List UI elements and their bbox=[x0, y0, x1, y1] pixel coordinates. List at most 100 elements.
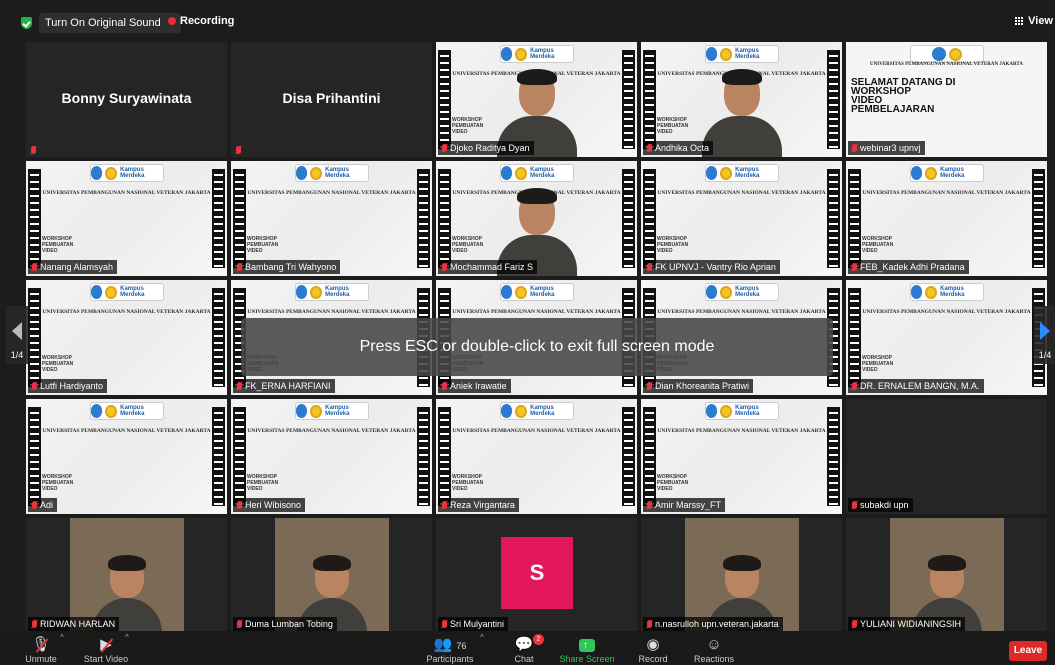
kampus-merdeka-logo: Kampus Merdeka bbox=[499, 164, 574, 182]
participant-name-label: Adi bbox=[28, 498, 58, 512]
participant-tile[interactable]: Kampus MerdekaUNIVERSITAS PEMBANGUNAN NA… bbox=[436, 399, 637, 514]
kampus-merdeka-logo: Kampus Merdeka bbox=[294, 402, 369, 420]
share-screen-label: Share Screen bbox=[559, 654, 615, 664]
slide-university-title: UNIVERSITAS PEMBANGUNAN NASIONAL VETERAN… bbox=[42, 309, 211, 315]
slide-university-title: UNIVERSITAS PEMBANGUNAN NASIONAL VETERAN… bbox=[657, 428, 826, 434]
recording-indicator[interactable]: Recording bbox=[168, 15, 234, 27]
participant-tile[interactable]: Kampus MerdekaUNIVERSITAS PEMBANGUNAN NA… bbox=[641, 399, 842, 514]
participant-name: Amir Marssy_FT bbox=[655, 500, 721, 510]
participant-tile[interactable]: Kampus MerdekaUNIVERSITAS PEMBANGUNAN NA… bbox=[26, 280, 227, 395]
record-button[interactable]: ◉ Record bbox=[636, 636, 670, 664]
participant-tile[interactable]: Kampus MerdekaUNIVERSITAS PEMBANGUNAN NA… bbox=[436, 161, 637, 276]
participant-name: Adi bbox=[40, 500, 54, 510]
share-screen-icon bbox=[579, 637, 595, 655]
participant-tile[interactable]: Kampus MerdekaUNIVERSITAS PEMBANGUNAN NA… bbox=[231, 161, 432, 276]
profile-photo bbox=[69, 518, 184, 633]
slide-workshop-text: WORKSHOPPEMBUATANVIDEO bbox=[862, 355, 894, 373]
shared-slide-background: Kampus MerdekaUNIVERSITAS PEMBANGUNAN NA… bbox=[231, 161, 432, 276]
participant-count: 76 bbox=[456, 641, 467, 651]
mic-muted-icon bbox=[237, 620, 242, 628]
mic-muted-icon bbox=[31, 146, 36, 154]
chat-button[interactable]: 💬 2 Chat bbox=[510, 634, 544, 664]
chat-label: Chat bbox=[514, 654, 534, 664]
slide-workshop-text: WORKSHOPPEMBUATANVIDEO bbox=[247, 474, 279, 492]
reactions-label: Reactions bbox=[693, 654, 735, 664]
mic-muted-icon bbox=[442, 501, 447, 509]
profile-photo bbox=[684, 518, 799, 633]
page-indicator-right: 1/4 bbox=[1038, 350, 1052, 360]
mic-muted-icon bbox=[237, 263, 242, 271]
participant-tile[interactable]: Duma Lumban Tobing bbox=[231, 518, 432, 633]
share-screen-button[interactable]: Share Screen bbox=[558, 636, 616, 664]
participant-tile[interactable]: Kampus MerdekaUNIVERSITAS PEMBANGUNAN NA… bbox=[26, 399, 227, 514]
shared-slide-background: Kampus MerdekaUNIVERSITAS PEMBANGUNAN NA… bbox=[641, 42, 842, 157]
participant-name: Mochammad Fariz S bbox=[450, 262, 534, 272]
participant-name: RIDWAN HARLAN bbox=[40, 619, 116, 629]
kampus-merdeka-logo: Kampus Merdeka bbox=[704, 283, 779, 301]
prev-page-button[interactable]: 1/4 bbox=[6, 306, 28, 364]
security-shield-icon[interactable] bbox=[21, 17, 32, 29]
profile-photo bbox=[889, 518, 1004, 633]
participants-button[interactable]: 👥 76 Participants bbox=[424, 636, 476, 664]
participant-tile[interactable]: Kampus MerdekaUNIVERSITAS PEMBANGUNAN NA… bbox=[436, 42, 637, 157]
next-page-button[interactable]: 1/4 bbox=[1034, 306, 1055, 364]
microphone-muted-icon: 🎙 bbox=[22, 636, 60, 654]
start-video-label: Start Video bbox=[83, 654, 129, 664]
reactions-button[interactable]: ☺ Reactions bbox=[692, 636, 736, 664]
original-sound-button[interactable]: Turn On Original Sound bbox=[39, 13, 181, 33]
unmute-button[interactable]: 🎙 Unmute bbox=[22, 636, 60, 664]
participants-label: Participants bbox=[426, 654, 474, 664]
participant-name-label: Andhika Octa bbox=[643, 141, 714, 155]
participant-name: FK UPNVJ - Vantry Rio Aprian bbox=[655, 262, 776, 272]
mic-muted-icon bbox=[647, 263, 652, 271]
original-sound-label: Turn On Original Sound bbox=[45, 17, 161, 29]
participant-tile[interactable]: Disa Prihantini bbox=[231, 42, 432, 157]
shared-slide-background: Kampus MerdekaUNIVERSITAS PEMBANGUNAN NA… bbox=[436, 161, 637, 276]
slide-workshop-text: WORKSHOPPEMBUATANVIDEO bbox=[452, 236, 484, 254]
audio-options-caret-icon[interactable]: ^ bbox=[60, 633, 64, 642]
mic-muted-icon bbox=[236, 146, 241, 154]
participant-tile[interactable]: Kampus MerdekaUNIVERSITAS PEMBANGUNAN NA… bbox=[846, 280, 1047, 395]
shared-slide-background: Kampus MerdekaUNIVERSITAS PEMBANGUNAN NA… bbox=[231, 399, 432, 514]
top-bar: Turn On Original Sound Recording View bbox=[0, 6, 1055, 38]
participant-tile[interactable]: n.nasrulloh upn.veteran.jakarta bbox=[641, 518, 842, 633]
chat-bubble-icon: 💬 2 bbox=[510, 634, 544, 654]
mic-muted-icon bbox=[852, 382, 857, 390]
participant-name-label: Djoko Raditya Dyan bbox=[438, 141, 534, 155]
participant-name: Nanang Alamsyah bbox=[40, 262, 114, 272]
participant-tile[interactable]: Kampus MerdekaUNIVERSITAS PEMBANGUNAN NA… bbox=[846, 161, 1047, 276]
recording-dot-icon bbox=[168, 17, 176, 25]
participant-tile[interactable]: UNIVERSITAS PEMBANGUNAN NASIONAL VETERAN… bbox=[846, 42, 1047, 157]
chat-unread-badge: 2 bbox=[533, 634, 544, 645]
view-button[interactable]: View bbox=[1015, 15, 1053, 27]
slide-workshop-text: WORKSHOPPEMBUATANVIDEO bbox=[42, 355, 74, 373]
participant-name-label: Bambang Tri Wahyono bbox=[233, 260, 341, 274]
participant-tile[interactable]: Kampus MerdekaUNIVERSITAS PEMBANGUNAN NA… bbox=[641, 161, 842, 276]
recording-label: Recording bbox=[180, 15, 235, 27]
participant-tile[interactable]: Bonny Suryawinata bbox=[26, 42, 227, 157]
video-options-caret-icon[interactable]: ^ bbox=[125, 633, 129, 642]
participant-name: Bambang Tri Wahyono bbox=[245, 262, 337, 272]
reactions-smiley-icon: ☺ bbox=[706, 636, 722, 653]
participant-name: subakdi upn bbox=[860, 500, 909, 510]
participant-name: Aniek Irawatie bbox=[450, 381, 507, 391]
participants-options-caret-icon[interactable]: ^ bbox=[480, 633, 484, 642]
participant-tile[interactable]: Kampus MerdekaUNIVERSITAS PEMBANGUNAN NA… bbox=[231, 399, 432, 514]
slide-university-title: UNIVERSITAS PEMBANGUNAN NASIONAL VETERAN… bbox=[862, 190, 1031, 196]
participant-tile[interactable]: S Sri Mulyantini bbox=[436, 518, 637, 633]
kampus-merdeka-logo: Kampus Merdeka bbox=[499, 402, 574, 420]
mic-muted-icon bbox=[32, 501, 37, 509]
mic-muted-icon bbox=[442, 263, 447, 271]
participant-name: DR. ERNALEM BANGN, M.A. bbox=[860, 381, 980, 391]
participant-tile[interactable]: Kampus MerdekaUNIVERSITAS PEMBANGUNAN NA… bbox=[26, 161, 227, 276]
participant-tile[interactable]: subakdi upn bbox=[846, 399, 1047, 514]
participant-tile[interactable]: YULIANI WIDIANINGSIH bbox=[846, 518, 1047, 633]
leave-button[interactable]: Leave bbox=[1009, 641, 1047, 661]
shared-slide-background: Kampus MerdekaUNIVERSITAS PEMBANGUNAN NA… bbox=[846, 161, 1047, 276]
kampus-merdeka-logo: Kampus Merdeka bbox=[89, 402, 164, 420]
participant-tile[interactable]: Kampus MerdekaUNIVERSITAS PEMBANGUNAN NA… bbox=[641, 42, 842, 157]
participant-tile[interactable]: RIDWAN HARLAN bbox=[26, 518, 227, 633]
participant-name: Djoko Raditya Dyan bbox=[450, 143, 530, 153]
mic-muted-icon bbox=[852, 620, 857, 628]
zoom-meeting-window: Turn On Original Sound Recording View Bo… bbox=[0, 0, 1055, 665]
